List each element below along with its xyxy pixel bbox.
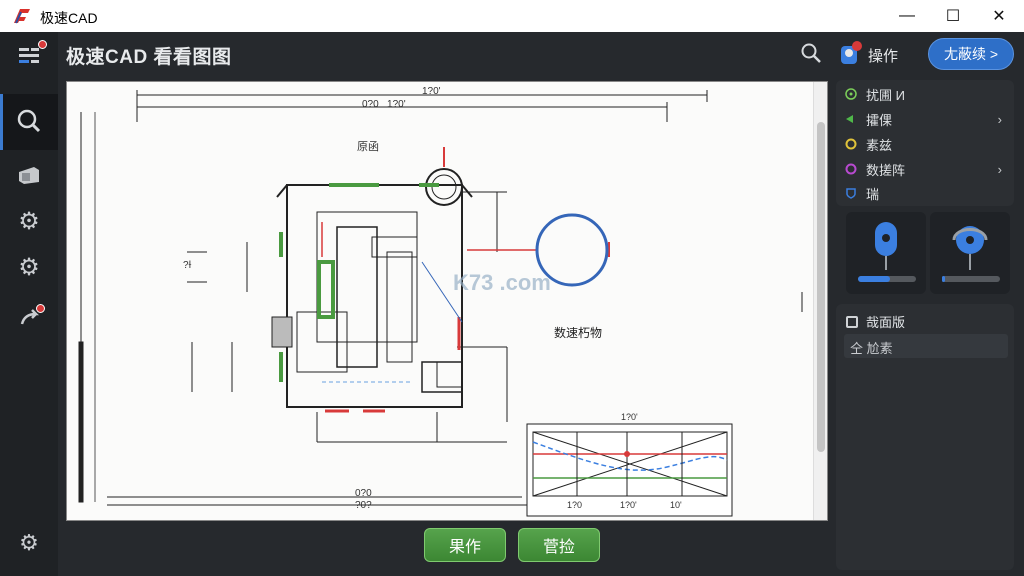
sidebar-item-search[interactable] — [10, 102, 48, 140]
sidebar-item-measure[interactable] — [10, 156, 48, 194]
circle-check-icon — [844, 87, 858, 101]
sidebar-item-config[interactable]: ⚙ — [10, 248, 48, 286]
minimize-button[interactable]: — — [884, 0, 930, 32]
dim-top-inner: 0?0 1?0' — [362, 99, 406, 110]
layers-panel: 哉面版 仝 尬素 — [836, 304, 1014, 570]
label-top: 原函 — [357, 141, 379, 153]
menu-item-material[interactable]: 素兹 — [844, 132, 1010, 156]
chart-title: 1?0' — [621, 412, 638, 422]
dim-bottom-inner: ?0? — [355, 500, 372, 511]
menu-item-label: 扰圃 И — [866, 87, 905, 103]
sidebar-item-settings[interactable]: ⚙ — [10, 202, 48, 240]
cad-drawing[interactable] — [67, 82, 813, 520]
headset-card[interactable] — [930, 212, 1010, 294]
menu-item-label: 素兹 — [866, 137, 893, 153]
panel-title: 哉面版 — [846, 312, 905, 331]
maximize-button[interactable]: ☐ — [930, 0, 976, 32]
scrollbar-thumb[interactable] — [817, 122, 825, 452]
chevron-right-icon: › — [997, 161, 1002, 177]
app-body: ⚙ ⚙ ⚙ 极速CAD 看看图图 操作 尢蔽续 > 1?0' 0?0 1?0' … — [0, 32, 1024, 576]
watermark: K73 .com — [453, 270, 551, 295]
menu-item-label: 瑞 — [866, 186, 880, 202]
notification-dot — [36, 304, 45, 313]
left-toolbar: ⚙ ⚙ ⚙ — [0, 32, 58, 576]
headset-icon — [952, 226, 988, 270]
drawing-canvas[interactable]: 1?0' 0?0 1?0' 原函 ?Ɨ 数速朽物 1?0' 1?0 1?0' 1… — [66, 81, 828, 521]
label-center: 数速朽物 — [554, 326, 603, 340]
continue-button[interactable]: 尢蔽续 > — [928, 38, 1014, 70]
microphone-icon — [875, 222, 897, 270]
notification-dot — [38, 40, 47, 49]
microphone-card[interactable] — [846, 212, 926, 294]
chart-tick-2: 1?0' — [620, 500, 637, 510]
primary-action-button[interactable]: 果作 — [424, 528, 506, 562]
minimize-icon: — — [899, 7, 915, 24]
menu-button[interactable] — [10, 36, 48, 74]
headset-level-bar — [942, 276, 1000, 282]
circle-icon — [844, 162, 858, 176]
shield-icon — [844, 186, 858, 200]
maximize-icon: ☐ — [945, 8, 961, 25]
mic-level-fill — [858, 276, 890, 282]
gear-icon: ⚙ — [18, 207, 40, 235]
search-tool-icon — [17, 109, 41, 133]
page-title: 极速CAD 看看图图 — [66, 47, 232, 68]
sidebar-item-share[interactable] — [10, 300, 48, 338]
user-avatar-icon[interactable] — [838, 40, 864, 68]
secondary-action-button[interactable]: 菅捡 — [518, 528, 600, 562]
menu-item-edit[interactable]: 攉倮 › — [844, 107, 1010, 131]
menu-item-label: 攉倮 — [866, 112, 893, 128]
menu-icon — [19, 48, 39, 63]
menu-item-view[interactable]: 扰圃 И — [844, 82, 1010, 106]
panel-input[interactable]: 仝 尬素 — [844, 334, 1008, 358]
vertical-scrollbar[interactable] — [813, 82, 827, 520]
close-button[interactable]: ✕ — [976, 0, 1022, 32]
chevron-right-icon: › — [997, 111, 1002, 127]
bottom-settings-button[interactable]: ⚙ — [10, 524, 48, 562]
ruler-icon — [19, 167, 39, 184]
circle-icon — [844, 137, 858, 151]
dim-top-outer: 1?0' — [422, 86, 441, 97]
gear-icon: ⚙ — [18, 253, 40, 281]
operation-label[interactable]: 操作 — [868, 45, 898, 66]
menu-item-label: 数搓阵 — [866, 162, 906, 178]
window-title: 极速CAD — [40, 10, 98, 26]
search-icon[interactable] — [800, 42, 822, 64]
dim-bottom-outer: 0?0 — [355, 488, 372, 499]
chart-tick-1: 1?0 — [567, 500, 583, 510]
menu-item-shield[interactable]: 瑞 — [844, 181, 1010, 205]
window-titlebar: 极速CAD — ☐ ✕ — [0, 0, 1024, 32]
right-menu-panel: 扰圃 И 攉倮 › 素兹 数搓阵 › 瑞 — [836, 80, 1014, 206]
headset-level-fill — [942, 276, 945, 282]
app-logo-icon — [14, 9, 30, 24]
close-icon: ✕ — [992, 8, 1006, 25]
label-left: ?Ɨ — [183, 260, 192, 271]
mic-level-bar — [858, 276, 916, 282]
pin-icon — [844, 112, 858, 126]
chart-tick-3: 10' — [670, 500, 682, 510]
panel-icon — [846, 315, 858, 328]
menu-item-data[interactable]: 数搓阵 › — [844, 157, 1010, 181]
gear-icon: ⚙ — [19, 530, 39, 555]
panel-title-label: 哉面版 — [866, 315, 906, 330]
